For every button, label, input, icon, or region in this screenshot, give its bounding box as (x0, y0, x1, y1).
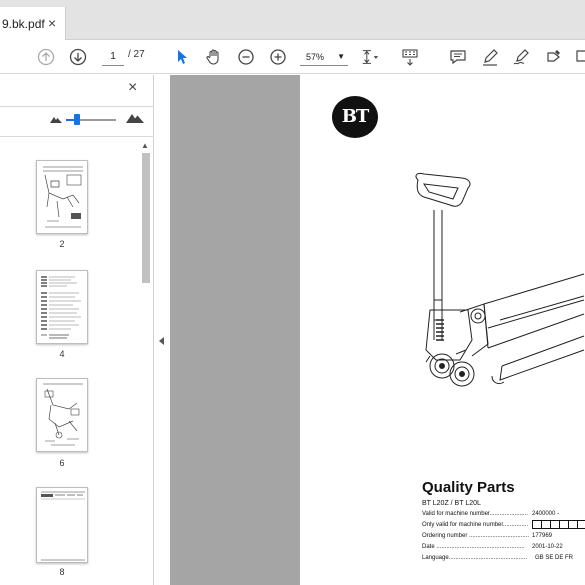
fill-sign-icon[interactable] (544, 47, 564, 67)
highlight-pen-icon[interactable] (480, 47, 500, 67)
sidebar-scrollbar[interactable]: ▲ (140, 139, 152, 585)
zoom-level-value: 57% (306, 52, 325, 62)
document-viewer-background (170, 75, 300, 585)
info-row: Language................................… (422, 555, 573, 561)
select-pointer-icon[interactable] (172, 47, 192, 67)
pdf-page: BT Quality Parts BT L20Z / BT L20L Valid… (300, 75, 585, 585)
chevron-down-icon: ▼ (337, 52, 345, 61)
scroll-up-icon[interactable]: ▲ (141, 141, 149, 150)
info-label: Language................................… (422, 555, 528, 561)
bt-logo: BT (332, 96, 378, 138)
zoom-out-icon[interactable] (236, 47, 256, 67)
draw-signature-icon[interactable] (512, 47, 532, 67)
info-value: 2400000 - (532, 511, 560, 517)
page-fit-icon[interactable] (360, 47, 380, 67)
info-row: Only valid for machine number...........… (422, 520, 585, 529)
thumbnail-page[interactable] (36, 378, 88, 452)
machine-number-boxes (532, 520, 585, 529)
thumbnail-label: 6 (59, 458, 65, 468)
previous-page-icon[interactable] (36, 47, 56, 67)
page-total: / 27 (128, 49, 145, 60)
thumbnail-page[interactable] (36, 270, 88, 344)
document-title: Quality Parts (422, 479, 515, 496)
info-label: Date ...................................… (422, 544, 525, 550)
close-icon[interactable]: × (128, 79, 137, 97)
info-value: 177969 (532, 533, 553, 539)
chevron-left-icon[interactable] (159, 337, 164, 345)
tab-bar: 9.bk.pdf × (0, 0, 585, 40)
sidebar-collapse-handle[interactable] (154, 75, 170, 585)
info-label: Ordering number ........................… (422, 533, 530, 539)
thumbnail-page[interactable] (36, 160, 88, 234)
thumbnail-label: 2 (59, 239, 65, 249)
info-label: Valid for machine number................… (422, 511, 528, 517)
divider (0, 136, 154, 137)
info-value: 2001-10-22 (532, 544, 563, 550)
thumbnail-sidebar: × ▲ 2 4 6 8 (0, 75, 154, 585)
share-icon[interactable] (572, 47, 585, 67)
thumbnail-page[interactable] (36, 487, 88, 563)
hand-tool-icon[interactable] (204, 47, 224, 67)
info-value: GB SE DE FR (535, 555, 574, 561)
pallet-truck-illustration (415, 173, 585, 387)
toolbar: 1 / 27 57% ▼ (0, 40, 585, 74)
thumbnail-large-icon[interactable] (126, 112, 144, 123)
slider-handle[interactable] (74, 114, 80, 125)
info-row: Valid for machine number................… (422, 511, 559, 517)
scroll-thumb[interactable] (142, 153, 150, 283)
document-tab[interactable]: 9.bk.pdf × (0, 7, 66, 40)
next-page-icon[interactable] (68, 47, 88, 67)
info-row: Ordering number ........................… (422, 533, 552, 539)
thumbnail-label: 4 (59, 349, 65, 359)
document-models: BT L20Z / BT L20L (422, 500, 481, 507)
page-number-input[interactable]: 1 (102, 48, 124, 66)
info-label: Only valid for machine number...........… (422, 522, 529, 528)
thumbnail-label: 8 (59, 567, 65, 577)
scroll-mode-icon[interactable] (400, 47, 420, 67)
zoom-level-select[interactable]: 57% ▼ (300, 48, 348, 66)
info-row: Date ...................................… (422, 544, 563, 550)
thumbnail-small-icon[interactable] (50, 115, 62, 123)
comment-icon[interactable] (448, 47, 468, 67)
divider (0, 106, 154, 107)
thumbnail-size-slider[interactable] (76, 119, 116, 121)
tab-close-button[interactable]: × (48, 15, 56, 31)
tab-title: 9.bk.pdf (2, 17, 45, 31)
zoom-in-icon[interactable] (268, 47, 288, 67)
